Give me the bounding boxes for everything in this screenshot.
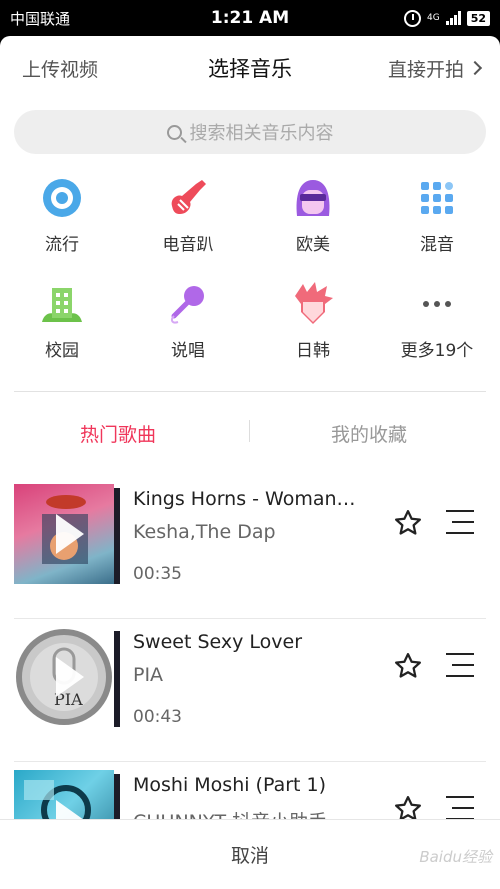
category-label: 流行 bbox=[45, 235, 79, 255]
song-artist: Kesha,The Dap bbox=[133, 521, 276, 543]
status-bar: 中国联通 1:21 AM 4G 52 bbox=[0, 0, 500, 36]
chevron-right-icon bbox=[467, 60, 483, 76]
song-title: Sweet Sexy Lover bbox=[133, 631, 303, 653]
divider bbox=[14, 391, 486, 392]
category-more[interactable]: 更多19个 bbox=[387, 282, 487, 361]
anime-boy-icon bbox=[291, 282, 335, 326]
album-cover[interactable] bbox=[14, 484, 114, 584]
cancel-button[interactable]: 取消 Baidu经验 bbox=[0, 819, 500, 889]
more-icon bbox=[415, 282, 459, 326]
school-building-icon bbox=[40, 282, 84, 326]
song-title: Moshi Moshi (Part 1) bbox=[133, 774, 327, 796]
tab-my-favorites[interactable]: 我的收藏 bbox=[331, 420, 407, 447]
category-label: 电音趴 bbox=[162, 235, 214, 255]
watermark: Baidu经验 bbox=[419, 848, 492, 866]
list-item[interactable]: PIA Sweet Sexy Lover PIA 00:43 bbox=[0, 619, 500, 762]
cover-edge-bar bbox=[114, 631, 120, 727]
sunglasses-girl-icon bbox=[291, 176, 335, 220]
category-remix[interactable]: 混音 bbox=[387, 176, 487, 255]
menu-icon[interactable] bbox=[446, 653, 474, 686]
microphone-icon bbox=[166, 282, 210, 326]
search-placeholder: 搜索相关音乐内容 bbox=[189, 123, 334, 144]
shoot-directly-label: 直接开拍 bbox=[387, 58, 464, 81]
guitar-icon bbox=[166, 176, 210, 220]
signal-icon bbox=[445, 11, 461, 25]
search-icon bbox=[166, 124, 182, 140]
category-western[interactable]: 欧美 bbox=[263, 176, 363, 255]
category-campus[interactable]: 校园 bbox=[12, 282, 112, 361]
shoot-directly-button[interactable]: 直接开拍 bbox=[387, 55, 483, 82]
disc-icon bbox=[40, 176, 84, 220]
category-label: 欧美 bbox=[296, 235, 330, 255]
cover-edge-bar bbox=[114, 488, 120, 584]
song-duration: 00:35 bbox=[133, 564, 182, 584]
star-icon[interactable] bbox=[393, 651, 423, 681]
category-label: 说唱 bbox=[171, 341, 205, 361]
album-cover[interactable]: PIA bbox=[14, 627, 114, 727]
search-input[interactable]: 搜索相关音乐内容 bbox=[14, 110, 486, 154]
top-nav: 上传视频 选择音乐 直接开拍 bbox=[0, 36, 500, 100]
song-duration: 00:43 bbox=[133, 707, 182, 727]
category-label: 日韩 bbox=[296, 341, 330, 361]
upload-video-button[interactable]: 上传视频 bbox=[22, 55, 98, 82]
carrier-label: 中国联通 bbox=[10, 9, 71, 28]
category-rap[interactable]: 说唱 bbox=[138, 282, 238, 361]
star-icon[interactable] bbox=[393, 508, 423, 538]
grid-dots-icon bbox=[415, 176, 459, 220]
tab-separator bbox=[249, 420, 250, 442]
page-title: 选择音乐 bbox=[208, 57, 292, 81]
category-jp-kr[interactable]: 日韩 bbox=[263, 282, 363, 361]
battery-icon: 52 bbox=[466, 10, 490, 26]
song-artist: PIA bbox=[133, 664, 164, 686]
category-edm[interactable]: 电音趴 bbox=[138, 176, 238, 255]
menu-icon[interactable] bbox=[446, 510, 474, 543]
network-type: 4G bbox=[426, 12, 440, 23]
play-icon bbox=[56, 514, 84, 554]
category-label: 混音 bbox=[420, 235, 454, 255]
song-tabs: 热门歌曲 我的收藏 bbox=[0, 406, 500, 462]
status-time: 1:21 AM bbox=[210, 8, 290, 28]
cancel-label: 取消 bbox=[230, 845, 269, 867]
song-title: Kings Horns - Woman… bbox=[133, 488, 356, 510]
category-pop[interactable]: 流行 bbox=[12, 176, 112, 255]
play-icon bbox=[56, 657, 84, 697]
tab-hot-songs[interactable]: 热门歌曲 bbox=[80, 420, 156, 447]
category-label: 更多19个 bbox=[400, 341, 474, 361]
alarm-icon bbox=[403, 9, 421, 27]
status-icons: 4G 52 bbox=[403, 9, 490, 27]
category-label: 校园 bbox=[45, 341, 79, 361]
list-item[interactable]: Kings Horns - Woman… Kesha,The Dap 00:35 bbox=[0, 476, 500, 619]
music-picker-sheet: 上传视频 选择音乐 直接开拍 搜索相关音乐内容 流行 电音趴 欧美 混音 校园 … bbox=[0, 36, 500, 889]
